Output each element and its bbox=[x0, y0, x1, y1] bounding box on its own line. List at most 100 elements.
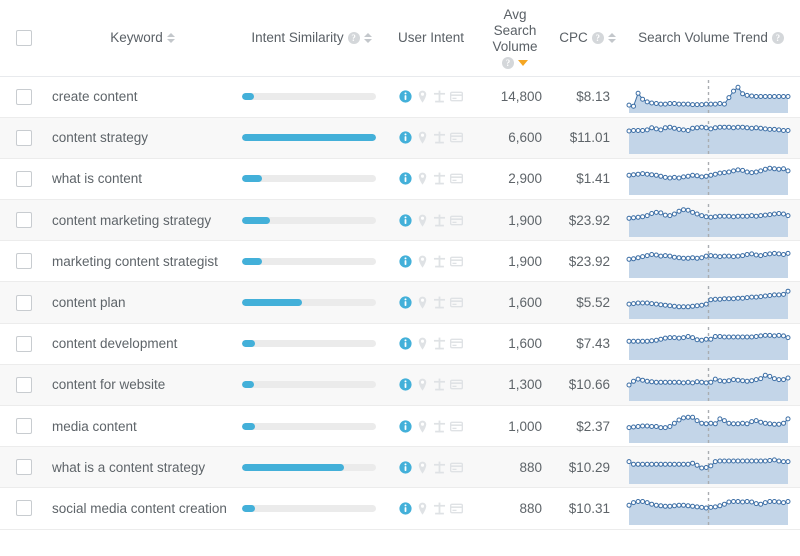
info-icon[interactable] bbox=[399, 461, 412, 474]
cart-icon[interactable] bbox=[433, 214, 446, 227]
keyword-link[interactable]: social media content creation bbox=[48, 501, 238, 516]
info-icon[interactable] bbox=[399, 255, 412, 268]
table-row[interactable]: content marketing strategy 1,900 $23.92 bbox=[0, 199, 800, 242]
table-row[interactable]: content plan 1,600 $5.52 bbox=[0, 281, 800, 324]
cart-icon[interactable] bbox=[433, 296, 446, 309]
sort-updown-icon[interactable] bbox=[364, 32, 373, 43]
cpc-value: $10.66 bbox=[568, 377, 610, 393]
keyword-link[interactable]: what is content bbox=[48, 171, 238, 186]
map-pin-icon[interactable] bbox=[416, 131, 429, 144]
keyword-link[interactable]: what is a content strategy bbox=[48, 460, 238, 475]
credit-card-icon[interactable] bbox=[450, 131, 463, 144]
credit-card-icon[interactable] bbox=[450, 214, 463, 227]
column-header-cpc[interactable]: CPC ? bbox=[554, 0, 622, 77]
map-pin-icon[interactable] bbox=[416, 461, 429, 474]
info-icon[interactable] bbox=[399, 378, 412, 391]
credit-card-icon[interactable] bbox=[450, 90, 463, 103]
intent-similarity-cell bbox=[238, 199, 386, 242]
help-icon[interactable]: ? bbox=[591, 31, 604, 44]
credit-card-icon[interactable] bbox=[450, 255, 463, 268]
column-header-keyword[interactable]: Keyword bbox=[48, 0, 238, 77]
sort-updown-icon[interactable] bbox=[608, 32, 617, 43]
cart-icon[interactable] bbox=[433, 378, 446, 391]
map-pin-icon[interactable] bbox=[416, 502, 429, 515]
table-row[interactable]: what is content 2,900 $1.41 bbox=[0, 158, 800, 201]
table-row[interactable]: create content 14,800 $8.13 bbox=[0, 76, 800, 118]
avg-search-volume-cell: 1,000 bbox=[476, 405, 554, 448]
keyword-link[interactable]: content plan bbox=[48, 295, 238, 310]
row-checkbox[interactable] bbox=[16, 88, 32, 105]
keyword-link[interactable]: marketing content strategist bbox=[48, 254, 238, 269]
info-icon[interactable] bbox=[399, 420, 412, 433]
cart-icon[interactable] bbox=[433, 90, 446, 103]
table-row[interactable]: social media content creation 880 $10.31 bbox=[0, 487, 800, 530]
credit-card-icon[interactable] bbox=[450, 461, 463, 474]
cart-icon[interactable] bbox=[433, 172, 446, 185]
sparkline-wrapper bbox=[622, 162, 800, 196]
row-checkbox[interactable] bbox=[16, 376, 32, 393]
info-icon[interactable] bbox=[399, 131, 412, 144]
info-icon[interactable] bbox=[399, 337, 412, 350]
keyword-link[interactable]: content development bbox=[48, 336, 238, 351]
column-header-avg-search-volume[interactable]: Avg Search Volume ? bbox=[476, 0, 554, 77]
user-intent-icons bbox=[386, 461, 476, 474]
table-row[interactable]: media content 1,000 $2.37 bbox=[0, 405, 800, 448]
row-checkbox[interactable] bbox=[16, 418, 32, 435]
info-icon[interactable] bbox=[399, 296, 412, 309]
cart-icon[interactable] bbox=[433, 461, 446, 474]
keyword-link[interactable]: media content bbox=[48, 419, 238, 434]
table-row[interactable]: marketing content strategist 1,900 $23.92 bbox=[0, 240, 800, 283]
cart-icon[interactable] bbox=[433, 502, 446, 515]
row-checkbox[interactable] bbox=[16, 500, 32, 517]
info-icon[interactable] bbox=[399, 214, 412, 227]
column-label-intent-similarity: Intent Similarity bbox=[251, 29, 344, 45]
sort-desc-active-icon[interactable] bbox=[518, 59, 528, 66]
row-checkbox[interactable] bbox=[16, 170, 32, 187]
map-pin-icon[interactable] bbox=[416, 255, 429, 268]
row-checkbox[interactable] bbox=[16, 335, 32, 352]
row-checkbox[interactable] bbox=[16, 459, 32, 476]
map-pin-icon[interactable] bbox=[416, 90, 429, 103]
keyword-link[interactable]: content marketing strategy bbox=[48, 213, 238, 228]
table-row[interactable]: what is a content strategy 880 $10.29 bbox=[0, 446, 800, 489]
map-pin-icon[interactable] bbox=[416, 337, 429, 350]
table-row[interactable]: content strategy 6,600 $11.01 bbox=[0, 117, 800, 159]
info-icon[interactable] bbox=[399, 502, 412, 515]
sort-updown-icon[interactable] bbox=[167, 32, 176, 43]
map-pin-icon[interactable] bbox=[416, 296, 429, 309]
table-row[interactable]: content for website 1,300 $10.66 bbox=[0, 364, 800, 407]
select-all-checkbox[interactable] bbox=[16, 29, 32, 46]
intent-similarity-bar-fill bbox=[242, 340, 256, 348]
row-checkbox[interactable] bbox=[16, 294, 32, 311]
credit-card-icon[interactable] bbox=[450, 337, 463, 350]
cart-icon[interactable] bbox=[433, 255, 446, 268]
cart-icon[interactable] bbox=[433, 420, 446, 433]
row-select-cell bbox=[0, 364, 48, 407]
column-header-intent-similarity[interactable]: Intent Similarity ? bbox=[238, 0, 386, 77]
info-icon[interactable] bbox=[399, 90, 412, 103]
help-icon[interactable]: ? bbox=[771, 31, 784, 44]
search-volume-trend-cell bbox=[622, 364, 800, 407]
credit-card-icon[interactable] bbox=[450, 502, 463, 515]
keyword-link[interactable]: content for website bbox=[48, 377, 238, 392]
map-pin-icon[interactable] bbox=[416, 378, 429, 392]
credit-card-icon[interactable] bbox=[450, 296, 463, 309]
map-pin-icon[interactable] bbox=[416, 172, 429, 186]
keyword-link[interactable]: create content bbox=[48, 89, 238, 104]
table-row[interactable]: content development 1,600 $7.43 bbox=[0, 323, 800, 365]
keyword-cell: content for website bbox=[48, 364, 238, 407]
row-checkbox[interactable] bbox=[16, 129, 32, 146]
help-icon[interactable]: ? bbox=[347, 31, 360, 44]
credit-card-icon[interactable] bbox=[450, 172, 463, 185]
help-icon[interactable]: ? bbox=[502, 56, 514, 69]
credit-card-icon[interactable] bbox=[450, 420, 463, 433]
credit-card-icon[interactable] bbox=[450, 378, 463, 391]
map-pin-icon[interactable] bbox=[416, 214, 429, 227]
map-pin-icon[interactable] bbox=[416, 420, 429, 433]
row-checkbox[interactable] bbox=[16, 212, 32, 229]
cart-icon[interactable] bbox=[433, 337, 446, 350]
row-checkbox[interactable] bbox=[16, 253, 32, 270]
keyword-link[interactable]: content strategy bbox=[48, 130, 238, 145]
info-icon[interactable] bbox=[399, 172, 412, 186]
cart-icon[interactable] bbox=[433, 131, 446, 144]
